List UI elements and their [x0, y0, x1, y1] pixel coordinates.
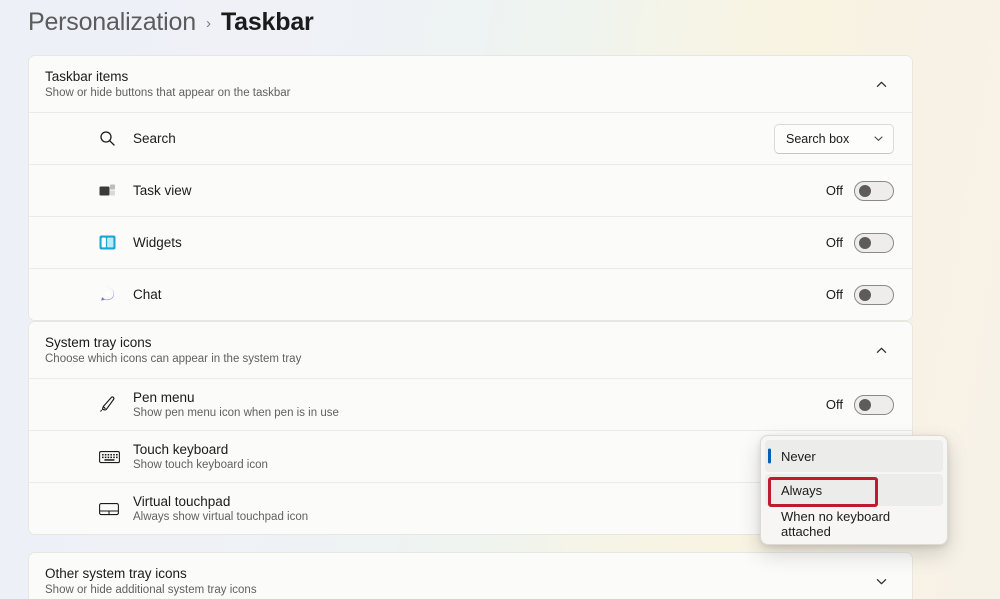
flyout-option-label: Always	[781, 482, 823, 498]
chat-labels: Chat	[133, 286, 826, 303]
row-label-pen-menu: Pen menu	[133, 389, 195, 405]
chevron-down-icon	[873, 133, 884, 144]
flyout-option-label: When no keyboard attached	[781, 509, 891, 539]
row-label-widgets: Widgets	[133, 235, 182, 250]
row-task-view[interactable]: Task view Off	[29, 164, 912, 216]
task-view-control: Off	[825, 180, 894, 201]
pen-menu-toggle[interactable]	[854, 394, 894, 415]
widgets-icon	[99, 234, 127, 251]
chevron-up-icon[interactable]	[868, 71, 894, 97]
toggle-knob	[859, 288, 871, 301]
pen-icon	[99, 395, 127, 414]
toggle-knob	[859, 184, 871, 197]
taskbar-items-header-text: Taskbar items Show or hide buttons that …	[45, 68, 868, 101]
other-system-tray-icons-header[interactable]: Other system tray icons Show or hide add…	[29, 553, 912, 599]
row-chat[interactable]: Chat Off	[29, 268, 912, 320]
system-tray-icons-title: System tray icons	[45, 334, 152, 350]
card-taskbar-items: Taskbar items Show or hide buttons that …	[28, 55, 913, 321]
task-view-icon	[99, 183, 127, 199]
row-pen-menu[interactable]: Pen menu Show pen menu icon when pen is …	[29, 378, 912, 430]
other-system-tray-icons-title: Other system tray icons	[45, 565, 187, 581]
row-search[interactable]: Search Search box	[29, 112, 912, 164]
chat-toggle-state: Off	[825, 287, 843, 302]
row-label-chat: Chat	[133, 287, 162, 302]
flyout-option-label: Never	[781, 448, 816, 464]
flyout-option-always[interactable]: Always	[765, 474, 943, 506]
flyout-option-when-no-keyboard-attached[interactable]: When no keyboard attached	[765, 508, 943, 540]
flyout-option-never[interactable]: Never	[765, 440, 943, 472]
taskbar-items-subtitle: Show or hide buttons that appear on the …	[45, 86, 291, 99]
chat-icon	[99, 286, 127, 303]
task-view-toggle[interactable]	[854, 180, 894, 201]
selection-indicator	[768, 448, 771, 464]
system-tray-icons-header[interactable]: System tray icons Choose which icons can…	[29, 322, 912, 378]
touch-keyboard-dropdown-flyout: Never Always When no keyboard attached	[760, 435, 948, 545]
search-mode-combobox[interactable]: Search box	[774, 123, 894, 154]
breadcrumb-link-personalization[interactable]: Personalization	[28, 8, 196, 37]
pen-menu-toggle-state: Off	[825, 397, 843, 412]
taskbar-items-header[interactable]: Taskbar items Show or hide buttons that …	[29, 56, 912, 112]
pen-menu-labels: Pen menu Show pen menu icon when pen is …	[133, 389, 826, 421]
toggle-knob	[859, 398, 871, 411]
widgets-labels: Widgets	[133, 234, 826, 251]
breadcrumb-separator-icon: ›	[205, 15, 211, 32]
toggle-knob	[859, 236, 871, 249]
other-system-tray-icons-header-text: Other system tray icons Show or hide add…	[45, 565, 868, 598]
chat-toggle[interactable]	[854, 284, 894, 305]
breadcrumb: Personalization › Taskbar	[28, 8, 314, 48]
keyboard-icon	[99, 449, 127, 465]
row-label-task-view: Task view	[133, 183, 192, 198]
task-view-labels: Task view	[133, 182, 826, 199]
system-tray-icons-header-text: System tray icons Choose which icons can…	[45, 334, 868, 367]
chat-control: Off	[825, 284, 894, 305]
system-tray-icons-subtitle: Choose which icons can appear in the sys…	[45, 352, 302, 365]
search-labels: Search	[133, 130, 774, 147]
widgets-control: Off	[825, 232, 894, 253]
row-label-search: Search	[133, 131, 176, 146]
task-view-toggle-state: Off	[825, 183, 843, 198]
chevron-up-icon[interactable]	[868, 337, 894, 363]
page-title: Taskbar	[220, 8, 314, 36]
widgets-toggle[interactable]	[854, 232, 894, 253]
search-control: Search box	[774, 123, 894, 154]
pen-menu-control: Off	[825, 394, 894, 415]
row-sub-pen-menu: Show pen menu icon when pen is in use	[133, 406, 339, 419]
search-mode-value: Search box	[786, 131, 850, 146]
widgets-toggle-state: Off	[825, 235, 843, 250]
row-widgets[interactable]: Widgets Off	[29, 216, 912, 268]
card-other-system-tray-icons: Other system tray icons Show or hide add…	[28, 552, 913, 599]
search-icon	[99, 130, 127, 147]
touchpad-icon	[99, 501, 127, 517]
other-system-tray-icons-subtitle: Show or hide additional system tray icon…	[45, 583, 257, 596]
taskbar-items-title: Taskbar items	[45, 68, 129, 84]
chevron-down-icon[interactable]	[868, 568, 894, 594]
